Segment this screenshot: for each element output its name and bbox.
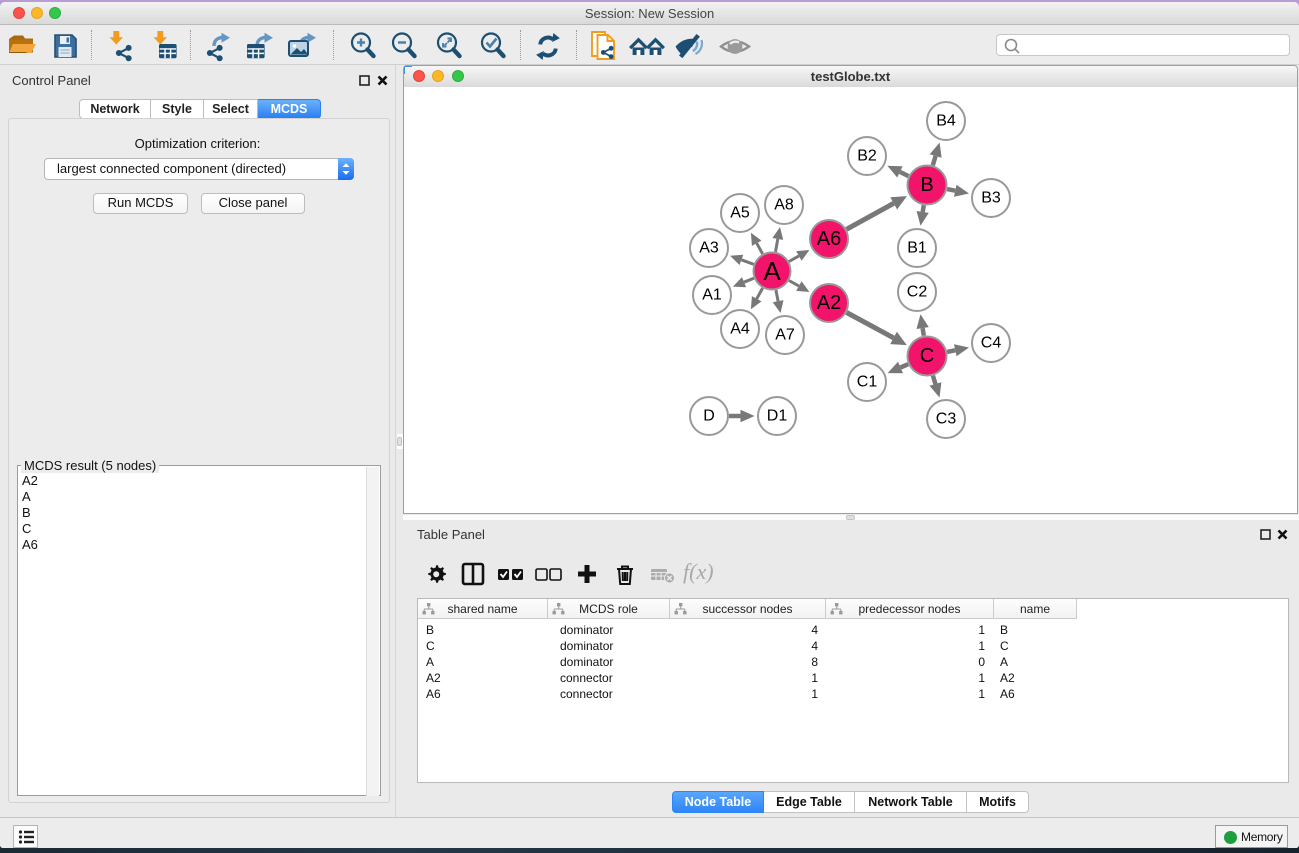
svg-text:B: B (920, 174, 933, 196)
svg-text:C4: C4 (981, 335, 1002, 352)
svg-text:C: C (920, 345, 934, 367)
svg-text:D: D (703, 408, 715, 425)
svg-text:D1: D1 (767, 408, 788, 425)
svg-text:A: A (763, 256, 781, 286)
svg-text:A6: A6 (817, 228, 841, 250)
svg-text:C3: C3 (936, 411, 957, 428)
svg-text:A4: A4 (730, 321, 750, 338)
svg-text:B2: B2 (857, 148, 877, 165)
svg-text:C1: C1 (857, 374, 878, 391)
svg-text:A2: A2 (817, 292, 841, 314)
svg-text:C2: C2 (907, 284, 928, 301)
svg-text:B1: B1 (907, 240, 927, 257)
svg-text:A5: A5 (730, 205, 750, 222)
svg-text:B3: B3 (981, 190, 1001, 207)
svg-text:A3: A3 (699, 240, 719, 257)
svg-text:A1: A1 (702, 287, 722, 304)
svg-text:A7: A7 (775, 327, 795, 344)
svg-text:B4: B4 (936, 113, 956, 130)
svg-text:A8: A8 (774, 197, 794, 214)
